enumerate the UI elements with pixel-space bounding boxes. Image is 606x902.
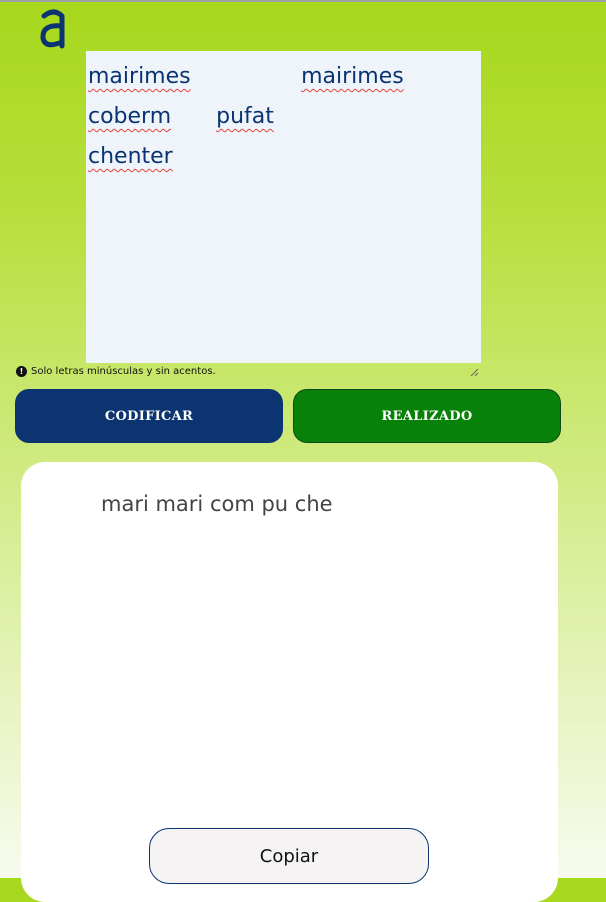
input-hint: ! Solo letras minúsculas y sin acentos. [16, 366, 216, 377]
hint-text: Solo letras minúsculas y sin acentos. [31, 366, 216, 377]
resize-handle-icon[interactable] [469, 351, 479, 377]
logo-icon [38, 8, 70, 50]
copy-button[interactable]: Copiar [149, 828, 429, 884]
done-button[interactable]: REALIZADO [293, 389, 561, 443]
input-word: mairimes [301, 64, 404, 89]
encode-button[interactable]: CODIFICAR [15, 389, 283, 443]
input-word: chenter [88, 144, 173, 169]
output-text: mari mari com pu che [101, 492, 333, 516]
output-panel: mari mari com pu che Copiar [21, 462, 558, 902]
input-word: coberm [88, 104, 172, 129]
exclamation-icon: ! [16, 366, 27, 377]
input-word: mairimes [88, 64, 191, 89]
input-word: pufat [216, 104, 274, 129]
text-input[interactable]: mairimes mairimes coberm pufat chenter [86, 51, 481, 377]
